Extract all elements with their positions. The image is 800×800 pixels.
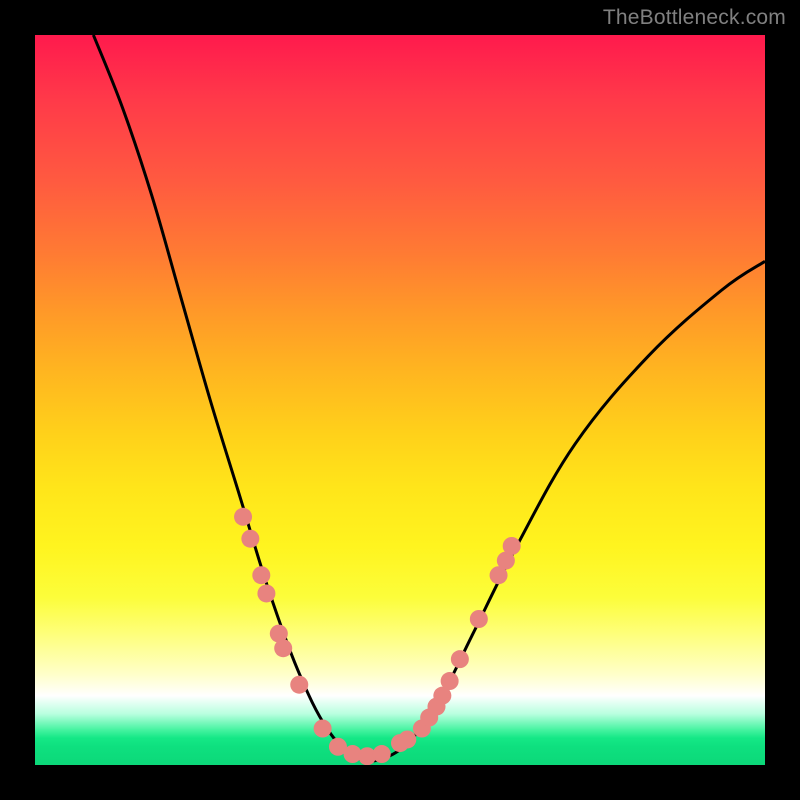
data-dot [398, 730, 416, 748]
data-dot [503, 537, 521, 555]
data-dot [441, 672, 459, 690]
data-dot [274, 639, 292, 657]
data-dots [234, 508, 521, 765]
data-dot [470, 610, 488, 628]
watermark-text: TheBottleneck.com [603, 6, 786, 30]
data-dot [252, 566, 270, 584]
data-dot [241, 530, 259, 548]
data-dot [451, 650, 469, 668]
curve-svg [35, 35, 765, 765]
data-dot [290, 676, 308, 694]
data-dot [234, 508, 252, 526]
data-dot [314, 720, 332, 738]
outer-frame: TheBottleneck.com [0, 0, 800, 800]
data-dot [373, 745, 391, 763]
data-dot [257, 584, 275, 602]
plot-area [35, 35, 765, 765]
curve-line [93, 35, 765, 761]
